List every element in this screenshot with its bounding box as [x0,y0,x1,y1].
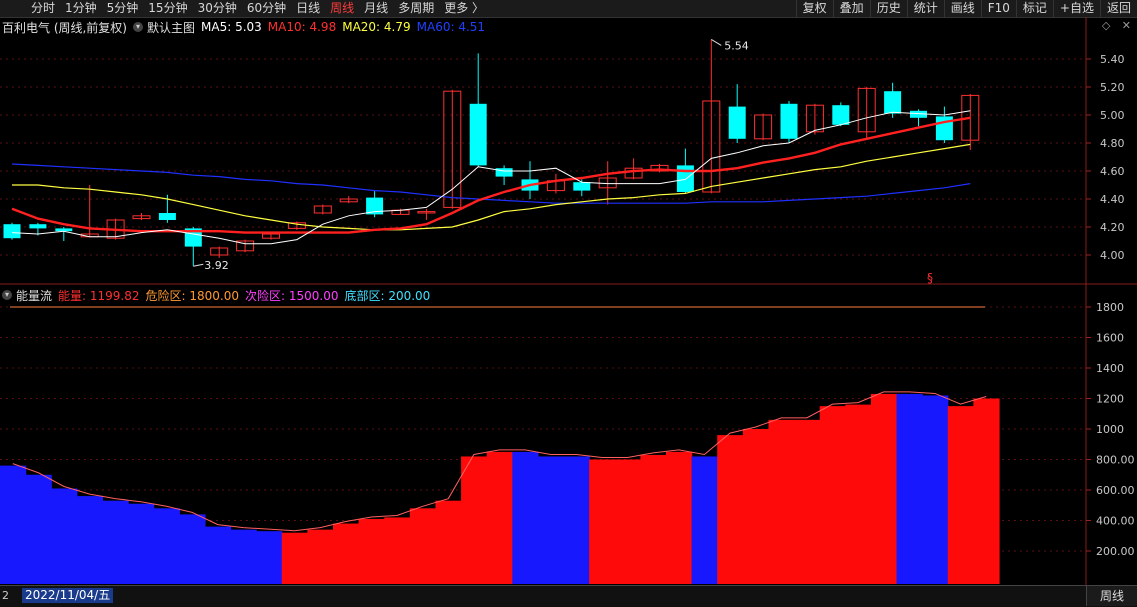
event-marker: § [927,271,933,285]
energy-bar [742,429,770,584]
period-indicator[interactable]: 周线 [1086,586,1137,606]
energy-bar [512,451,539,584]
price-tick-label: 5.00 [1100,109,1125,122]
energy-bar [973,398,1000,584]
energy-bar [25,474,52,584]
energy-bar [307,529,334,584]
candle-body-down [3,224,21,239]
candle-body-down [29,224,47,229]
energy-bar [537,456,565,584]
energy-bar [845,404,872,584]
energy-tick-label: 1200 [1096,393,1124,406]
energy-bar [691,456,718,584]
energy-bar [640,454,667,584]
energy-bar [179,514,206,584]
energy-bar [102,500,129,584]
candle-body-down [832,105,850,125]
energy-bar [819,406,846,584]
energy-bar [281,532,308,584]
energy-bar [51,488,78,584]
price-tick-label: 4.20 [1100,221,1125,234]
energy-tick-label: 800.00 [1096,454,1135,467]
energy-tick-label: 1400 [1096,362,1124,375]
energy-bar [794,419,821,584]
energy-bar [0,465,27,584]
ma5-line [11,110,971,245]
energy-bar [409,508,437,584]
low-price-label: 3.92 [204,259,229,272]
candle-body-down [495,168,513,177]
energy-bar [563,456,590,584]
energy-bar [870,393,898,584]
energy-bar [230,529,257,584]
energy-bar [435,500,462,584]
energy-bar [358,518,385,584]
price-tick-label: 4.80 [1100,137,1125,150]
first-tick-label: 2 [2,589,9,602]
energy-bar [486,451,513,584]
energy-bar [717,435,744,584]
candle-body-down [573,182,591,191]
energy-bar [256,531,283,584]
candle-body-down [728,106,746,139]
high-price-label: 5.54 [724,39,749,52]
energy-bar [614,459,641,584]
energy-bar [204,526,232,584]
price-tick-label: 5.20 [1100,81,1125,94]
energy-tick-label: 1000 [1096,423,1124,436]
cursor-date: 2022/11/04/五 [22,588,114,603]
energy-tick-label: 600.00 [1096,484,1135,497]
kline-chart[interactable]: 5.40 5.20 5.00 4.80 4.60 4.40 4.20 4.00 5.54 3.92… [0,0,1137,606]
energy-bar [76,496,104,584]
energy-tick-label: 200.00 [1096,545,1135,558]
energy-tick-label: 1600 [1096,332,1124,345]
time-axis-bar: 2 [0,585,1137,607]
energy-tick-label: 400.00 [1096,515,1135,528]
high-marker-line [711,38,722,46]
energy-bar [589,459,616,584]
energy-bar [384,517,411,584]
energy-bar [461,456,488,584]
energy-bar [128,503,155,584]
energy-bar [896,393,923,584]
price-tick-label: 4.40 [1100,193,1125,206]
energy-bar [768,419,795,584]
energy-bar [947,406,974,584]
energy-tick-label: 1800 [1096,301,1124,314]
candle-body-down [469,103,487,166]
energy-bar [922,395,949,584]
candle-body-down [158,213,176,220]
price-tick-label: 4.00 [1100,249,1125,262]
candle-body-down [780,103,798,139]
price-tick-label: 4.60 [1100,165,1125,178]
energy-bar [153,508,180,584]
ma20-line [12,143,971,231]
energy-bar [333,523,360,584]
price-tick-label: 5.40 [1100,53,1125,66]
candle-body-down [676,165,694,192]
candle-body-down [884,91,902,114]
energy-bar [666,451,693,584]
low-marker-line [193,263,204,267]
